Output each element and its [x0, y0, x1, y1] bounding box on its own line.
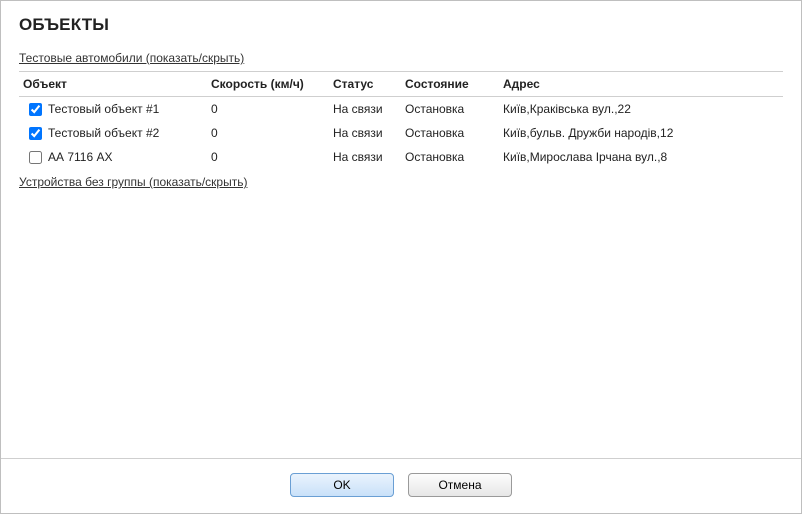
state-cell: Остановка: [401, 121, 499, 145]
state-cell: Остановка: [401, 97, 499, 122]
row-checkbox[interactable]: [29, 127, 42, 140]
table-header-row: Объект Скорость (км/ч) Статус Состояние …: [19, 72, 783, 97]
speed-cell: 0: [207, 121, 329, 145]
dialog-footer: OK Отмена: [1, 457, 801, 513]
object-name: Тестовый объект #2: [48, 126, 159, 140]
state-cell: Остановка: [401, 145, 499, 169]
group-toggle-test-cars[interactable]: Тестовые автомобили (показать/скрыть): [19, 51, 244, 65]
ok-button[interactable]: OK: [290, 473, 394, 497]
address-cell: Київ,Краківська вул.,22: [499, 97, 783, 122]
row-checkbox[interactable]: [29, 151, 42, 164]
col-header-status: Статус: [329, 72, 401, 97]
row-checkbox[interactable]: [29, 103, 42, 116]
table-row: Тестовый объект #2 0На связиОстановкаКиїв…: [19, 121, 783, 145]
table-row: АА 7116 АХ 0На связиОстановкаКиїв,Миросла…: [19, 145, 783, 169]
col-header-object: Объект: [19, 72, 207, 97]
address-cell: Київ,Мирослава Ірчана вул.,8: [499, 145, 783, 169]
col-header-speed: Скорость (км/ч): [207, 72, 329, 97]
object-name: АА 7116 АХ: [48, 150, 113, 164]
col-header-state: Состояние: [401, 72, 499, 97]
object-name: Тестовый объект #1: [48, 102, 159, 116]
col-header-address: Адрес: [499, 72, 783, 97]
address-cell: Київ,бульв. Дружби народів,12: [499, 121, 783, 145]
objects-dialog: ОБЪЕКТЫ Тестовые автомобили (показать/ск…: [0, 0, 802, 514]
dialog-title: ОБЪЕКТЫ: [19, 15, 783, 35]
dialog-content: ОБЪЕКТЫ Тестовые автомобили (показать/ск…: [1, 1, 801, 459]
table-row: Тестовый объект #1 0На связиОстановкаКиїв…: [19, 97, 783, 122]
status-cell: На связи: [329, 145, 401, 169]
group-toggle-no-group[interactable]: Устройства без группы (показать/скрыть): [19, 175, 247, 189]
cancel-button[interactable]: Отмена: [408, 473, 512, 497]
status-cell: На связи: [329, 121, 401, 145]
objects-table: Объект Скорость (км/ч) Статус Состояние …: [19, 71, 783, 169]
speed-cell: 0: [207, 97, 329, 122]
status-cell: На связи: [329, 97, 401, 122]
speed-cell: 0: [207, 145, 329, 169]
